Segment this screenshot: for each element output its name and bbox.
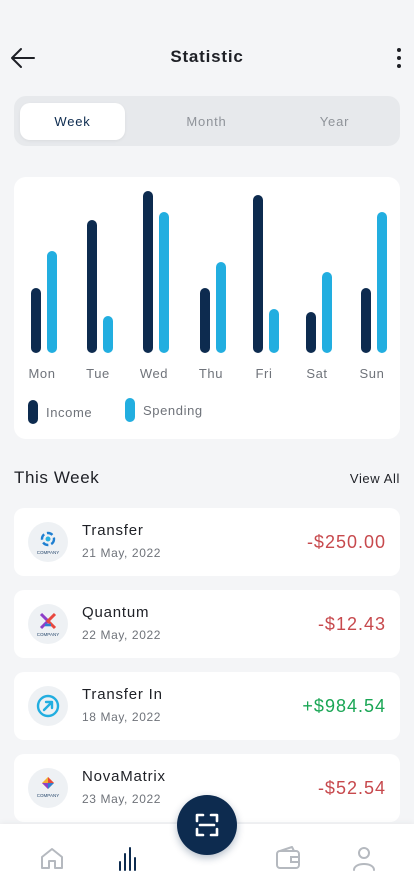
arrow-up-right-icon <box>28 686 68 726</box>
transaction-amount: -$12.43 <box>317 614 386 634</box>
x-tick-label: Mon <box>28 366 55 381</box>
transaction-amount: +$984.54 <box>302 696 386 716</box>
scan-button[interactable] <box>177 795 237 855</box>
bar-income-thu <box>200 288 210 353</box>
x-tick-label: Thu <box>199 366 223 381</box>
transaction-date: 23 May, 2022 <box>82 792 162 806</box>
nav-profile[interactable] <box>350 844 378 872</box>
period-selector: Week Month Year <box>14 96 400 146</box>
nav-statistics[interactable] <box>114 844 142 872</box>
nav-wallet[interactable] <box>274 844 302 872</box>
svg-text:COMPANY: COMPANY <box>37 632 59 637</box>
bar-income-mon <box>31 288 41 353</box>
transaction-name: Transfer <box>82 522 144 539</box>
svg-text:COMPANY: COMPANY <box>37 550 59 555</box>
bar-income-sun <box>361 288 371 353</box>
transaction-date: 18 May, 2022 <box>82 710 162 724</box>
nav-home[interactable] <box>38 844 66 872</box>
income-swatch <box>28 400 38 424</box>
x-tick-label: Tue <box>86 366 110 381</box>
transaction-date: 21 May, 2022 <box>82 546 162 560</box>
bar-spending-sun <box>377 212 387 353</box>
legend-income: Income <box>28 399 92 425</box>
transaction-item[interactable]: Transfer In 18 May, 2022 +$984.54 <box>14 672 400 740</box>
svg-text:COMPANY: COMPANY <box>37 793 59 798</box>
more-options-button[interactable] <box>394 46 404 70</box>
scan-icon <box>195 813 219 837</box>
transaction-name: NovaMatrix <box>82 768 166 785</box>
statistics-chart: Mon Tue Wed Thu Fri Sat Sun Income Spending <box>14 177 400 439</box>
bar-spending-thu <box>216 262 226 353</box>
tab-month[interactable]: Month <box>154 103 259 140</box>
view-all-link[interactable]: View All <box>350 471 400 486</box>
bar-income-fri <box>253 195 263 353</box>
bar-chart: Mon Tue Wed Thu Fri Sat Sun <box>28 191 387 381</box>
transaction-item[interactable]: COMPANY Quantum 22 May, 2022 -$12.43 <box>14 590 400 658</box>
transaction-amount: -$52.54 <box>317 778 386 798</box>
bar-income-sat <box>306 312 316 353</box>
transaction-amount: -$250.00 <box>306 532 386 552</box>
legend-label-income: Income <box>46 404 93 420</box>
company-swirl-logo: COMPANY <box>28 522 68 562</box>
transaction-item[interactable]: COMPANY Transfer 21 May, 2022 -$250.00 <box>14 508 400 576</box>
tab-week[interactable]: Week <box>20 103 125 140</box>
company-x-logo: COMPANY <box>28 604 68 644</box>
more-vertical-icon <box>397 48 401 52</box>
bar-income-wed <box>143 191 153 353</box>
x-tick-label: Wed <box>140 366 168 381</box>
legend-label-spending: Spending <box>143 402 203 418</box>
transaction-name: Quantum <box>82 604 150 621</box>
transaction-date: 22 May, 2022 <box>82 628 162 642</box>
home-icon <box>41 848 63 869</box>
bar-spending-sat <box>322 272 332 353</box>
profile-icon <box>353 847 375 871</box>
tab-year[interactable]: Year <box>282 103 387 140</box>
wallet-icon <box>276 846 300 869</box>
x-tick-label: Fri <box>256 366 273 381</box>
section-title: This Week <box>14 468 100 487</box>
header: Statistic <box>0 0 414 100</box>
x-tick-label: Sat <box>306 366 327 381</box>
chart-icon <box>119 847 136 871</box>
bar-spending-fri <box>269 309 279 353</box>
company-diamond-logo: COMPANY <box>28 768 68 808</box>
page-title: Statistic <box>170 47 244 66</box>
bar-spending-tue <box>103 316 113 353</box>
spending-swatch <box>125 398 135 422</box>
x-tick-label: Sun <box>360 366 385 381</box>
bar-income-tue <box>87 220 97 353</box>
legend-spending: Spending <box>125 397 203 423</box>
transaction-name: Transfer In <box>82 686 163 703</box>
bar-spending-wed <box>159 212 169 353</box>
bar-spending-mon <box>47 251 57 353</box>
